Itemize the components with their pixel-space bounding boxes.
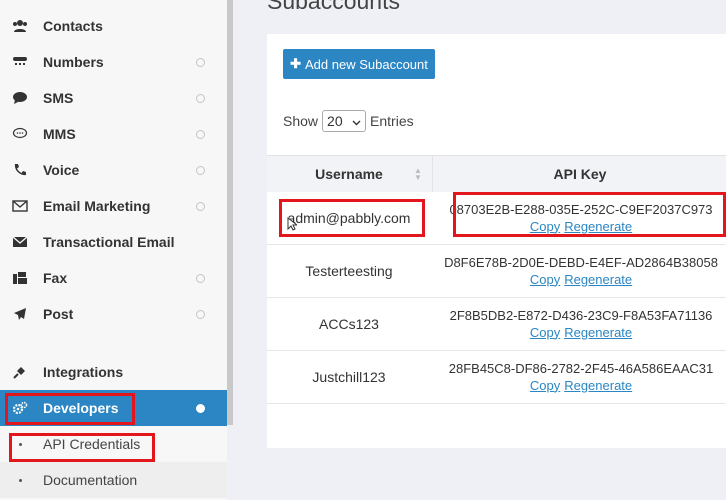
subaccounts-card: ✚ Add new Subaccount Show 20 Entries Use…	[267, 34, 726, 448]
sidebar-item-label: Voice	[43, 162, 80, 178]
add-subaccount-button[interactable]: ✚ Add new Subaccount	[283, 49, 435, 79]
sidebar-item-label: Fax	[43, 270, 68, 286]
sidebar: Contacts Numbers SMS MMS Voice Email Mar…	[0, 0, 227, 500]
sidebar-item-transactional-email[interactable]: Transactional Email	[0, 224, 227, 260]
sidebar-item-voice[interactable]: Voice	[0, 152, 227, 188]
column-header-label: Username	[315, 166, 383, 182]
transactional-email-icon	[10, 232, 30, 252]
mms-icon	[10, 124, 30, 144]
sidebar-subitem-documentation[interactable]: Documentation	[0, 462, 227, 498]
numbers-icon	[10, 52, 30, 72]
sidebar-item-label: Integrations	[43, 364, 124, 380]
regenerate-link[interactable]: Regenerate	[564, 272, 632, 287]
column-header-label: API Key	[553, 166, 607, 182]
status-dot	[196, 201, 205, 211]
cursor-icon	[287, 216, 299, 236]
status-dot	[196, 93, 205, 103]
sidebar-item-label: MMS	[43, 126, 76, 142]
highlight-box	[453, 192, 726, 237]
api-key-cell: 2F8B5DB2-E872-D436-23C9-F8A53FA71136 Cop…	[432, 297, 726, 350]
regenerate-link[interactable]: Regenerate	[564, 325, 632, 340]
page-title: Subaccounts	[267, 0, 400, 14]
table-header: Username ▲ ▼ API Key	[267, 155, 726, 192]
entries-control: Show 20 Entries	[283, 109, 414, 133]
api-key-value: D8F6E78B-2D0E-DEBD-E4EF-AD2864B38058	[444, 254, 718, 270]
api-key-value: 28FB45C8-DF86-2782-2F45-46A586EAAC31	[448, 360, 714, 376]
sidebar-item-post[interactable]: Post	[0, 296, 227, 332]
entries-value: 20	[327, 113, 343, 129]
copy-link[interactable]: Copy	[530, 272, 560, 287]
status-dot	[196, 403, 205, 413]
table-row: Testerteesting D8F6E78B-2D0E-DEBD-E4EF-A…	[267, 244, 726, 298]
bullet-icon	[19, 478, 22, 482]
show-label: Show	[283, 113, 319, 129]
sidebar-item-label: Numbers	[43, 54, 104, 70]
api-key-value: 2F8B5DB2-E872-D436-23C9-F8A53FA71136	[449, 307, 713, 323]
highlight-box	[279, 199, 425, 237]
sidebar-item-integrations[interactable]: Integrations	[0, 354, 227, 390]
sidebar-item-contacts[interactable]: Contacts	[0, 8, 227, 44]
status-dot	[196, 273, 205, 283]
sidebar-item-sms[interactable]: SMS	[0, 80, 227, 116]
sidebar-item-email-marketing[interactable]: Email Marketing	[0, 188, 227, 224]
table-row: ACCs123 2F8B5DB2-E872-D436-23C9-F8A53FA7…	[267, 297, 726, 351]
email-marketing-icon	[10, 196, 30, 216]
sidebar-item-fax[interactable]: Fax	[0, 260, 227, 296]
sms-icon	[10, 88, 30, 108]
contacts-icon	[10, 16, 30, 36]
api-key-cell: 28FB45C8-DF86-2782-2F45-46A586EAAC31 Cop…	[432, 350, 726, 403]
highlight-box	[9, 433, 155, 462]
sort-icon[interactable]: ▲ ▼	[414, 167, 422, 182]
entries-select[interactable]: 20	[322, 110, 367, 132]
sidebar-item-mms[interactable]: MMS	[0, 116, 227, 152]
phone-icon	[10, 160, 30, 180]
plug-icon	[10, 362, 30, 382]
regenerate-link[interactable]: Regenerate	[564, 378, 632, 393]
column-header-api-key: API Key	[432, 156, 726, 192]
sidebar-item-label: Post	[43, 306, 74, 322]
post-icon	[10, 304, 30, 324]
status-dot	[196, 57, 205, 67]
api-key-cell: D8F6E78B-2D0E-DEBD-E4EF-AD2864B38058 Cop…	[432, 244, 726, 297]
status-dot	[196, 129, 205, 139]
add-subaccount-label: Add new Subaccount	[305, 56, 428, 72]
copy-link[interactable]: Copy	[530, 378, 560, 393]
plus-icon: ✚	[290, 56, 302, 71]
username-cell: ACCs123	[319, 315, 379, 332]
sidebar-item-numbers[interactable]: Numbers	[0, 44, 227, 80]
username-cell: Justchill123	[312, 368, 386, 385]
column-header-username[interactable]: Username	[267, 156, 431, 192]
username-cell: Testerteesting	[305, 262, 393, 279]
status-dot	[196, 165, 205, 175]
sidebar-item-label: Contacts	[43, 18, 103, 34]
table-row: Justchill123 28FB45C8-DF86-2782-2F45-46A…	[267, 350, 726, 404]
status-dot	[196, 309, 205, 319]
highlight-box	[5, 393, 135, 425]
copy-link[interactable]: Copy	[530, 325, 560, 340]
chevron-down-icon	[352, 113, 361, 129]
entries-label: Entries	[370, 113, 414, 129]
fax-icon	[10, 268, 30, 288]
sidebar-item-label: SMS	[43, 90, 74, 106]
sidebar-subitem-label: Documentation	[43, 472, 138, 488]
sidebar-scrollbar[interactable]	[227, 0, 233, 425]
sidebar-item-label: Email Marketing	[43, 198, 151, 214]
sidebar-item-label: Transactional Email	[43, 234, 175, 250]
